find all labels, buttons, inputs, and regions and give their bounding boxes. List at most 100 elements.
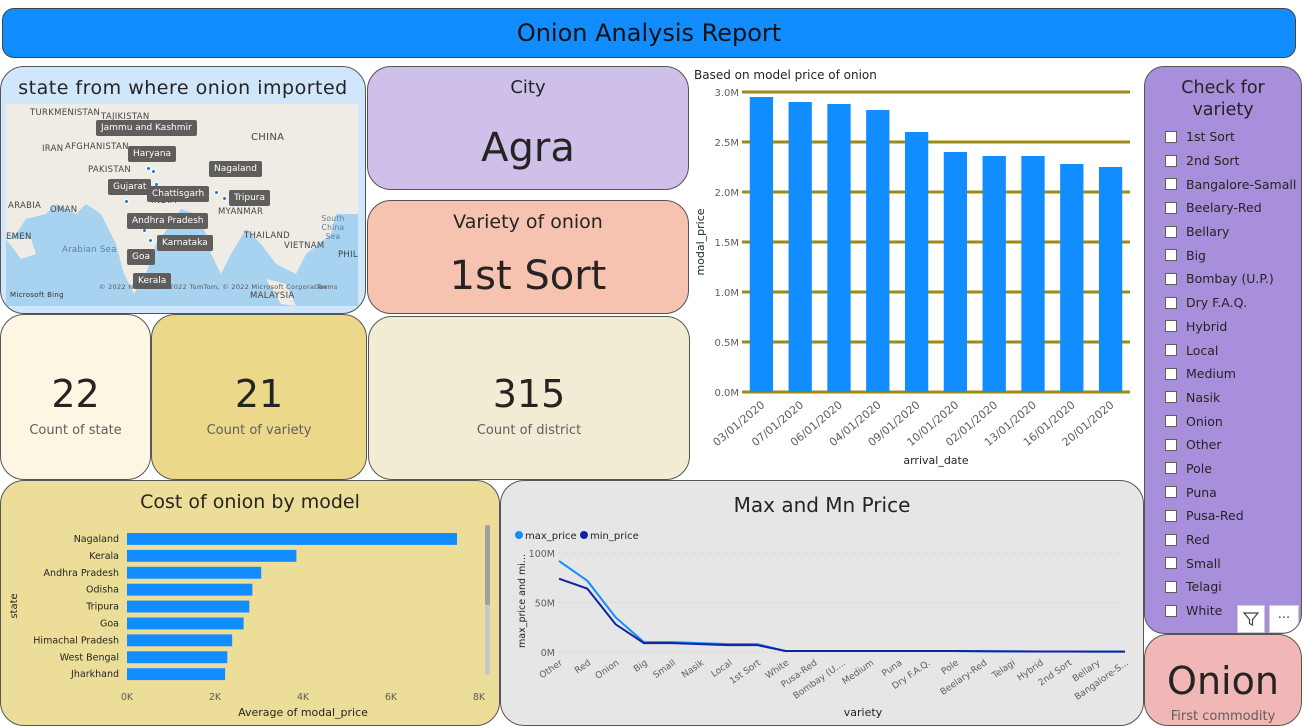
more-options-button[interactable]: ··· xyxy=(1269,605,1299,633)
slicer-item[interactable]: Other xyxy=(1145,433,1301,457)
slicer-item[interactable]: Local xyxy=(1145,338,1301,362)
checkbox[interactable] xyxy=(1165,272,1177,285)
y-tick-label: 50M xyxy=(535,599,555,610)
slicer-item[interactable]: Medium xyxy=(1145,362,1301,386)
checkbox[interactable] xyxy=(1165,557,1177,570)
line-chart-svg[interactable]: 0M50M100MOther Red Onion Big Small Nasik Local… xyxy=(501,481,1144,726)
checkbox[interactable] xyxy=(1165,438,1177,451)
y-tick-label: 2.5M xyxy=(714,138,739,149)
series-line xyxy=(558,577,1125,653)
kpi-state-value: 22 xyxy=(51,372,100,416)
checkbox[interactable] xyxy=(1165,533,1177,546)
variety-title: Variety of onion xyxy=(453,211,603,233)
y-tick-label: 0M xyxy=(541,648,555,659)
checkbox[interactable] xyxy=(1165,130,1177,143)
filter-button[interactable] xyxy=(1237,605,1265,633)
slicer-item[interactable]: Pole xyxy=(1145,457,1301,481)
slicer-item[interactable]: Bombay (U.P.) xyxy=(1145,267,1301,291)
checkbox[interactable] xyxy=(1165,296,1177,309)
slicer-item[interactable]: Bellary xyxy=(1145,220,1301,244)
map-point[interactable] xyxy=(222,196,227,201)
slicer-item[interactable]: Dry F.A.Q. xyxy=(1145,291,1301,315)
checkbox[interactable] xyxy=(1165,367,1177,380)
map-point[interactable] xyxy=(124,199,129,204)
bar xyxy=(904,132,929,392)
slicer-item[interactable]: Red xyxy=(1145,528,1301,552)
slicer-item[interactable]: Telagi xyxy=(1145,575,1301,599)
scrollbar-thumb[interactable] xyxy=(485,525,490,605)
cost-by-model-card: Cost of onion by model Nagaland Kerala And… xyxy=(0,480,500,726)
y-tick-label: West Bengal xyxy=(60,652,119,663)
y-tick-label: 0.5M xyxy=(714,338,739,349)
checkbox[interactable] xyxy=(1165,320,1177,333)
variety-slicer: Check for variety 1st Sort 2nd Sort Bangal… xyxy=(1144,66,1302,634)
checkbox[interactable] xyxy=(1165,225,1177,238)
slicer-item-label: Puna xyxy=(1186,484,1217,500)
y-tick-label: 1.5M xyxy=(714,238,739,249)
map-point[interactable] xyxy=(151,169,156,174)
slicer-item[interactable]: Onion xyxy=(1145,409,1301,433)
city-value: Agra xyxy=(481,125,575,171)
slicer-item[interactable]: Small xyxy=(1145,551,1301,575)
variety-card: Variety of onion 1st Sort xyxy=(367,200,689,314)
map-point[interactable] xyxy=(214,190,219,195)
x-tick-label: Nasik xyxy=(680,658,707,681)
y-tick-label: 100M xyxy=(529,549,555,560)
bar xyxy=(127,651,228,664)
slicer-item[interactable]: Beelary-Red xyxy=(1145,196,1301,220)
map-card: state from where onion imported TURKMENI… xyxy=(0,66,366,314)
legend-label: max_price xyxy=(525,531,577,542)
x-axis-title: variety xyxy=(844,706,883,719)
slicer-item[interactable]: 2nd Sort xyxy=(1145,149,1301,173)
map-place-name: PHIL xyxy=(338,250,358,260)
checkbox[interactable] xyxy=(1165,154,1177,167)
report-title-bar: Onion Analysis Report xyxy=(2,8,1296,58)
bar xyxy=(127,583,253,596)
map-label: Jammu and Kashmir xyxy=(96,120,197,136)
slicer-item[interactable]: Hybrid xyxy=(1145,315,1301,339)
checkbox[interactable] xyxy=(1165,178,1177,191)
map-view[interactable]: TURKMENISTAN TAJIKISTAN CHINA IRAN AFGHA… xyxy=(6,104,358,306)
checkbox[interactable] xyxy=(1165,415,1177,428)
x-tick-label: Pole xyxy=(940,658,961,677)
slicer-item-label: Red xyxy=(1186,532,1210,548)
x-tick-label: Medium xyxy=(841,658,876,687)
checkbox[interactable] xyxy=(1165,462,1177,475)
slicer-item[interactable]: Big xyxy=(1145,243,1301,267)
slicer-item[interactable]: Puna xyxy=(1145,480,1301,504)
y-tick-label: 0.0M xyxy=(714,388,739,399)
map-label: Chattisgarh xyxy=(147,186,210,202)
checkbox[interactable] xyxy=(1165,486,1177,499)
map-place-name: South China Sea xyxy=(321,214,345,241)
checkbox[interactable] xyxy=(1165,580,1177,593)
slicer-item[interactable]: Nasik xyxy=(1145,386,1301,410)
y-tick-label: 1.0M xyxy=(714,288,739,299)
checkbox[interactable] xyxy=(1165,391,1177,404)
map-point[interactable] xyxy=(148,238,153,243)
x-axis-title: Average of modal_price xyxy=(238,706,368,719)
kpi-variety-label: Count of variety xyxy=(206,423,312,438)
checkbox[interactable] xyxy=(1165,509,1177,522)
bar xyxy=(788,102,812,392)
map-terms-link[interactable]: Terms xyxy=(317,283,338,291)
bar xyxy=(982,156,1006,392)
modal-price-chart-svg[interactable]: 0.0M0.5M1.0M1.5M2.0M2.5M3.0M03/01/202007… xyxy=(690,66,1142,472)
slicer-item-label: Dry F.A.Q. xyxy=(1186,295,1248,311)
checkbox[interactable] xyxy=(1165,201,1177,214)
legend-marker xyxy=(515,531,523,539)
slicer-item-label: Telagi xyxy=(1186,579,1222,595)
checkbox[interactable] xyxy=(1165,344,1177,357)
y-tick-label: Goa xyxy=(100,619,119,630)
slicer-item[interactable]: Bangalore-Samall xyxy=(1145,172,1301,196)
checkbox[interactable] xyxy=(1165,604,1177,617)
slicer-item-label: Hybrid xyxy=(1186,318,1228,334)
slicer-item[interactable]: Pusa-Red xyxy=(1145,504,1301,528)
bar xyxy=(127,549,297,562)
y-axis-title: max_price and mi... xyxy=(517,554,528,648)
cost-chart-svg[interactable]: Nagaland Kerala Andhra Pradesh Odisha Tripur… xyxy=(1,481,500,726)
x-tick-label: 8K xyxy=(473,692,486,703)
slicer-item[interactable]: 1st Sort xyxy=(1145,125,1301,149)
map-place-name: PAKISTAN xyxy=(88,165,131,175)
checkbox[interactable] xyxy=(1165,249,1177,262)
bar xyxy=(127,617,244,630)
